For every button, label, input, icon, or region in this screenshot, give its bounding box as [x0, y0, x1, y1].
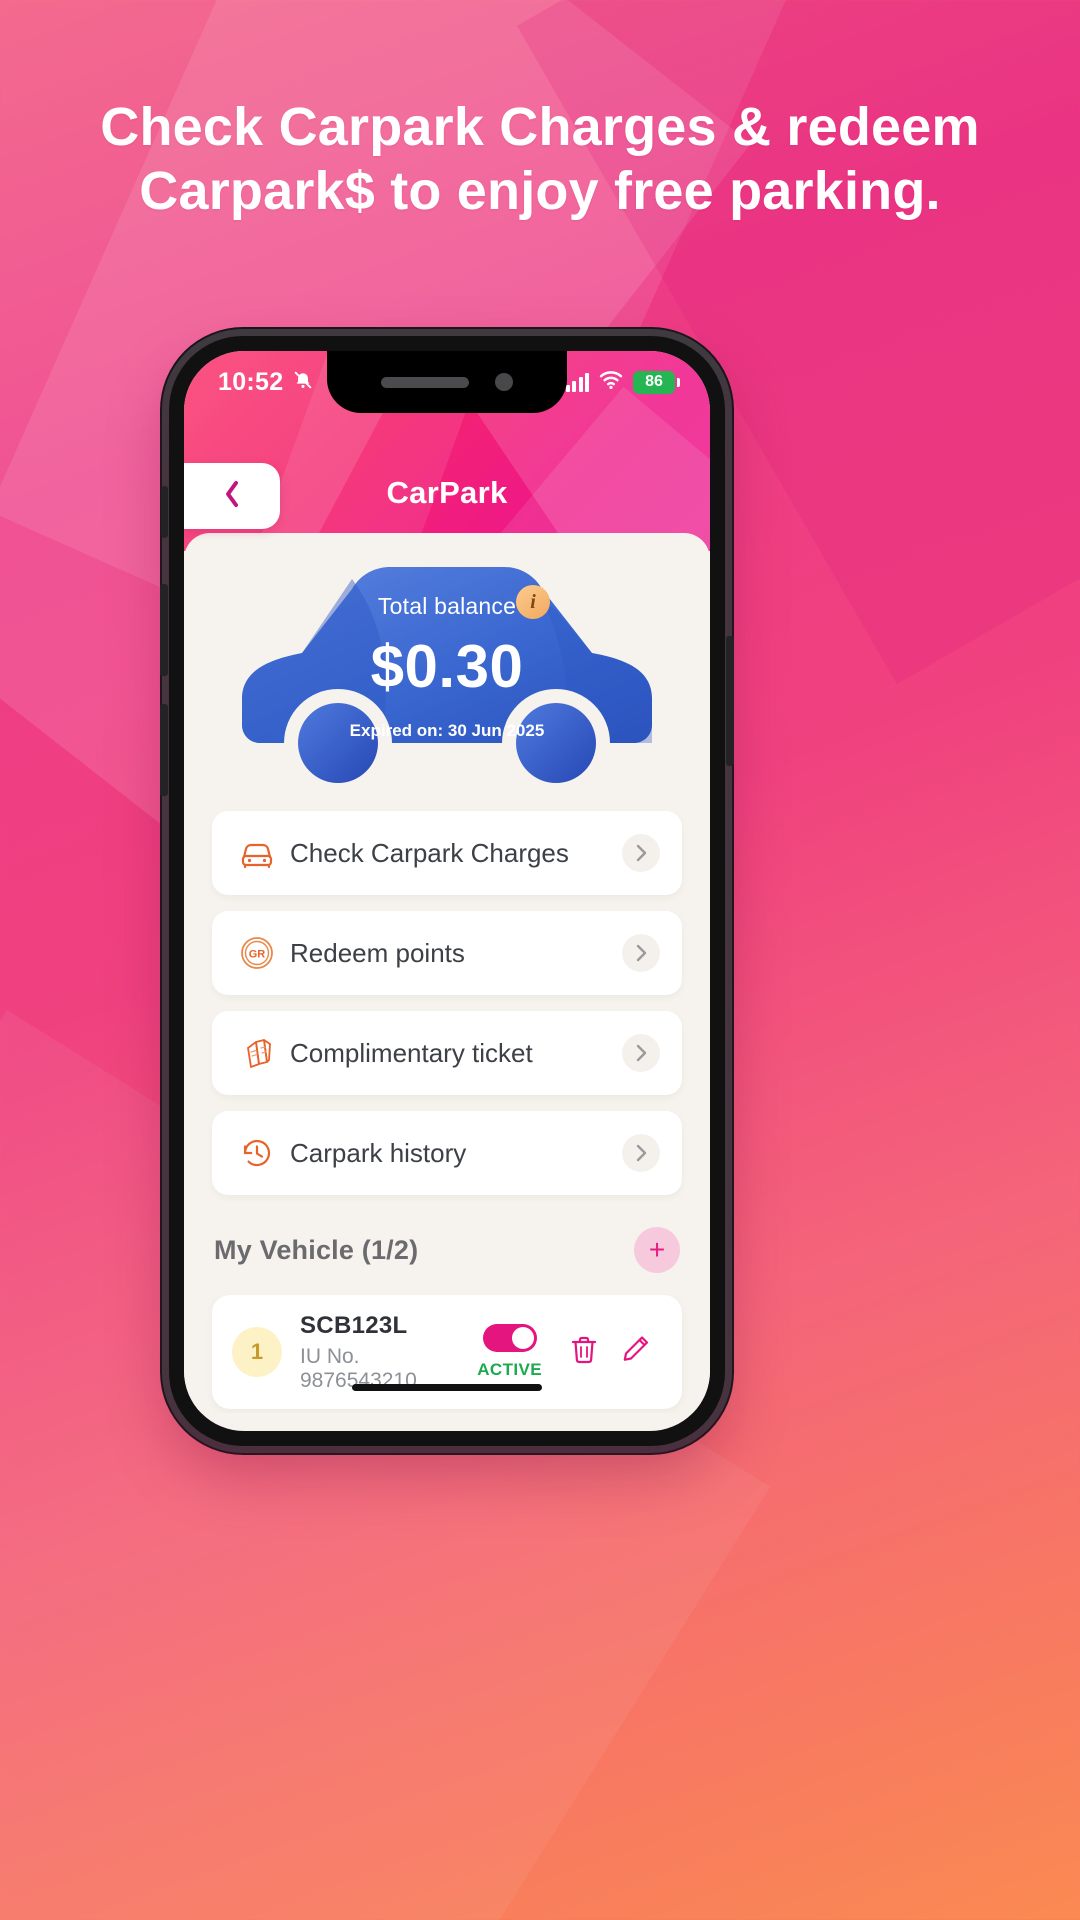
vehicle-status-label: ACTIVE — [477, 1360, 542, 1379]
chevron-right-icon[interactable] — [622, 934, 660, 972]
vehicle-info: SCB123L IU No. 9876543210 — [300, 1312, 477, 1393]
promo-headline: Check Carpark Charges & redeem Carpark$ … — [0, 96, 1080, 223]
app-navbar: CarPark — [184, 413, 710, 551]
promo-headline-line-1: Check Carpark Charges & redeem — [100, 97, 980, 157]
wifi-icon — [599, 370, 623, 395]
balance-text-group: Total balance $0.30 Expired on: 30 Jun 2… — [184, 593, 710, 741]
menu-item-complimentary-ticket[interactable]: Complimentary ticket — [212, 1011, 682, 1095]
menu-item-label: Redeem points — [290, 937, 465, 968]
phone-mute-switch — [161, 486, 168, 538]
clock-history-icon — [234, 1135, 280, 1171]
phone-power-button — [726, 636, 734, 766]
my-vehicle-title: My Vehicle (1/2) — [214, 1234, 419, 1265]
earpiece-speaker-icon — [381, 376, 469, 388]
phone-notch — [327, 351, 567, 413]
pencil-icon — [621, 1334, 651, 1371]
battery-indicator: 86 — [633, 370, 680, 394]
chevron-right-icon[interactable] — [622, 1134, 660, 1172]
status-bar-right: 86 — [565, 370, 680, 395]
phone-mockup: 10:52 86 CarPark i Total balance $0.30 E… — [160, 336, 734, 1446]
promo-headline-line-2: Carpark$ to enjoy free parking. — [139, 160, 941, 221]
menu-item-redeem-points[interactable]: GR Redeem points — [212, 911, 682, 995]
vehicle-plate-number: SCB123L — [300, 1311, 408, 1339]
gr-coin-icon: GR — [234, 935, 280, 971]
my-vehicle-header: My Vehicle (1/2) + — [184, 1211, 710, 1273]
status-bar-left: 10:52 — [218, 368, 314, 397]
vehicle-active-toggle[interactable] — [482, 1324, 537, 1352]
menu-item-label: Complimentary ticket — [290, 1037, 533, 1068]
svg-text:GR: GR — [249, 949, 266, 961]
back-button[interactable] — [184, 463, 280, 529]
phone-volume-down-button — [160, 704, 168, 796]
chevron-right-icon[interactable] — [622, 1034, 660, 1072]
front-camera-icon — [495, 373, 513, 391]
info-icon[interactable]: i — [516, 585, 550, 619]
chevron-right-icon[interactable] — [622, 834, 660, 872]
car-front-icon — [234, 837, 280, 869]
balance-expiry: Expired on: 30 Jun 2025 — [349, 721, 545, 740]
add-vehicle-button[interactable]: + — [634, 1227, 680, 1273]
edit-vehicle-button[interactable] — [610, 1334, 662, 1371]
menu-list: Check Carpark Charges GR Redeem points C… — [184, 811, 710, 1195]
vehicle-list-item[interactable]: 1 SCB123L IU No. 9876543210 ACTIVE — [212, 1295, 682, 1409]
chevron-left-icon — [221, 478, 243, 515]
toggle-knob — [511, 1327, 534, 1349]
app-content: i Total balance $0.30 Expired on: 30 Jun… — [184, 533, 710, 1413]
vehicle-status-group: ACTIVE — [477, 1324, 542, 1380]
phone-volume-up-button — [160, 584, 168, 676]
tickets-icon — [234, 1036, 280, 1070]
balance-card: i Total balance $0.30 Expired on: 30 Jun… — [184, 549, 710, 805]
vehicle-index-badge: 1 — [232, 1327, 282, 1377]
trash-icon — [569, 1334, 599, 1371]
status-bar-clock: 10:52 — [218, 367, 284, 396]
delete-vehicle-button[interactable] — [558, 1334, 610, 1371]
menu-item-label: Check Carpark Charges — [290, 837, 569, 868]
phone-screen: 10:52 86 CarPark i Total balance $0.30 E… — [184, 351, 710, 1431]
info-glyph: i — [530, 590, 536, 613]
menu-item-check-carpark-charges[interactable]: Check Carpark Charges — [212, 811, 682, 895]
plus-icon: + — [648, 1234, 666, 1265]
balance-amount: $0.30 — [370, 633, 524, 700]
home-indicator — [352, 1384, 542, 1391]
menu-item-label: Carpark history — [290, 1137, 467, 1168]
balance-label: Total balance — [377, 593, 517, 619]
battery-cap-icon — [677, 377, 680, 387]
cellular-signal-icon — [565, 372, 589, 392]
menu-item-carpark-history[interactable]: Carpark history — [212, 1111, 682, 1195]
battery-level-label: 86 — [633, 370, 675, 394]
bell-muted-icon — [292, 369, 314, 396]
